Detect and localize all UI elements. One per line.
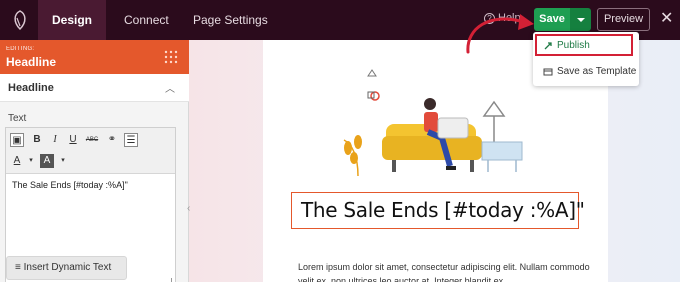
insert-dynamic-text-label: Insert Dynamic Text (23, 262, 112, 273)
annotation-arrow (466, 14, 534, 54)
editing-header: EDITING: Headline (0, 40, 189, 74)
save-dropdown-toggle[interactable] (570, 8, 591, 31)
sofa-illustration (343, 69, 523, 177)
editing-caption: EDITING: (6, 46, 35, 52)
chevron-down-icon[interactable]: ▾ (56, 154, 70, 168)
chevron-down-icon[interactable]: ▾ (24, 154, 38, 168)
headline-text[interactable]: The Sale Ends [#today :%A]" (301, 198, 585, 222)
menu-item-save-as-template-label: Save as Template (557, 66, 637, 77)
editing-title: Headline (6, 55, 57, 69)
close-icon[interactable]: ✕ (660, 10, 673, 28)
background-color-icon[interactable]: A (40, 154, 54, 168)
template-icon (543, 68, 553, 76)
italic-icon[interactable]: I (48, 133, 62, 147)
paste-icon[interactable]: ▣ (10, 133, 24, 147)
editor-content[interactable]: The Sale Ends [#today :%A]" (12, 180, 128, 190)
headline-section-header[interactable]: Headline ︿ (0, 74, 189, 102)
tab-page-settings[interactable]: Page Settings (193, 0, 268, 40)
underline-icon[interactable]: U (66, 133, 80, 147)
preview-button[interactable]: Preview (597, 8, 650, 31)
list-icon: ≡ (15, 262, 21, 273)
chevron-up-icon: ︿ (165, 84, 175, 95)
toolbar-toggle-icon[interactable]: ☰ (124, 133, 138, 147)
body-paragraph[interactable]: Lorem ipsum dolor sit amet, consectetur … (298, 260, 593, 282)
collapse-panel-icon[interactable]: ‹ (187, 203, 195, 219)
text-color-icon[interactable]: A (10, 154, 24, 168)
section-title: Headline (8, 82, 54, 94)
tab-connect[interactable]: Connect (124, 0, 169, 40)
text-label: Text (8, 113, 27, 124)
settings-panel: EDITING: Headline Headline ︿ Text ▣ B I … (0, 40, 189, 282)
menu-item-save-as-template[interactable]: Save as Template (533, 62, 639, 82)
grid-dots-icon[interactable] (164, 50, 178, 64)
seedprod-logo-icon[interactable] (8, 8, 32, 32)
strikethrough-icon[interactable]: ABC (85, 133, 99, 147)
bold-icon[interactable]: B (30, 133, 44, 147)
insert-dynamic-text-button[interactable]: ≡ Insert Dynamic Text (6, 256, 127, 280)
resize-handle-icon[interactable] (166, 278, 172, 282)
editor-toolbar: ▣ B I U ABC ⚭ ☰ A ▾ A ▾ (6, 128, 175, 174)
tab-design[interactable]: Design (38, 0, 106, 40)
publish-highlight (535, 34, 633, 56)
link-icon[interactable]: ⚭ (105, 133, 119, 147)
